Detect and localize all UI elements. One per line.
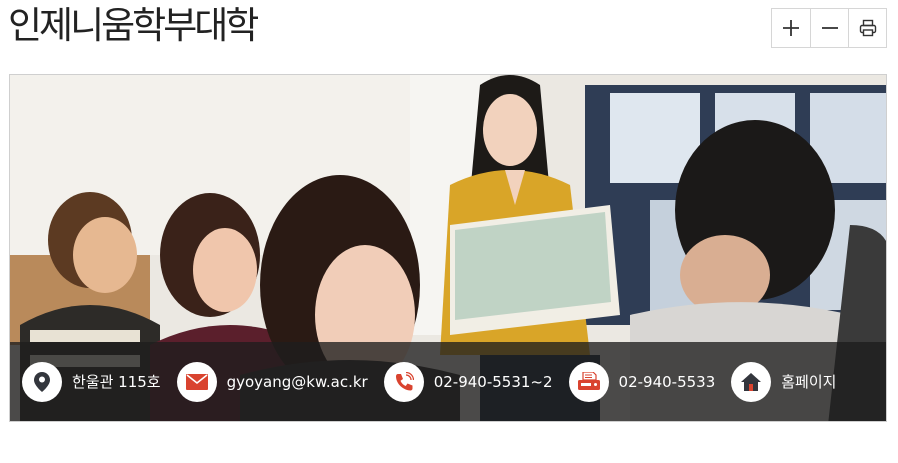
fax-text: 02-940-5533 bbox=[618, 372, 716, 391]
location-item: 한울관 115호 bbox=[22, 361, 161, 402]
envelope-icon bbox=[176, 361, 217, 402]
print-button[interactable] bbox=[848, 9, 886, 47]
minus-icon bbox=[821, 27, 838, 29]
phone-text: 02-940-5531~2 bbox=[433, 372, 553, 391]
fax-icon bbox=[568, 361, 609, 402]
phone-item: 02-940-5531~2 bbox=[383, 361, 553, 402]
page-toolbar bbox=[771, 8, 887, 48]
homepage-item[interactable]: 홈페이지 bbox=[731, 361, 836, 402]
plus-icon bbox=[783, 20, 799, 36]
contact-info-bar: 한울관 115호 gyoyang@kw.ac.kr 02-940-5531~2 bbox=[10, 342, 886, 421]
phone-icon bbox=[383, 361, 424, 402]
map-pin-icon bbox=[22, 361, 62, 402]
zoom-in-button[interactable] bbox=[772, 9, 810, 47]
fax-item: 02-940-5533 bbox=[568, 361, 716, 402]
zoom-out-button[interactable] bbox=[810, 9, 848, 47]
page-title: 인제니움학부대학 bbox=[8, 4, 259, 47]
printer-icon bbox=[859, 19, 876, 37]
homepage-link[interactable]: 홈페이지 bbox=[781, 371, 836, 392]
email-link[interactable]: gyoyang@kw.ac.kr bbox=[227, 373, 368, 391]
college-hero-banner: 한울관 115호 gyoyang@kw.ac.kr 02-940-5531~2 bbox=[9, 74, 887, 422]
location-text: 한울관 115호 bbox=[72, 373, 161, 391]
email-item[interactable]: gyoyang@kw.ac.kr bbox=[176, 361, 368, 402]
home-icon bbox=[731, 361, 772, 402]
